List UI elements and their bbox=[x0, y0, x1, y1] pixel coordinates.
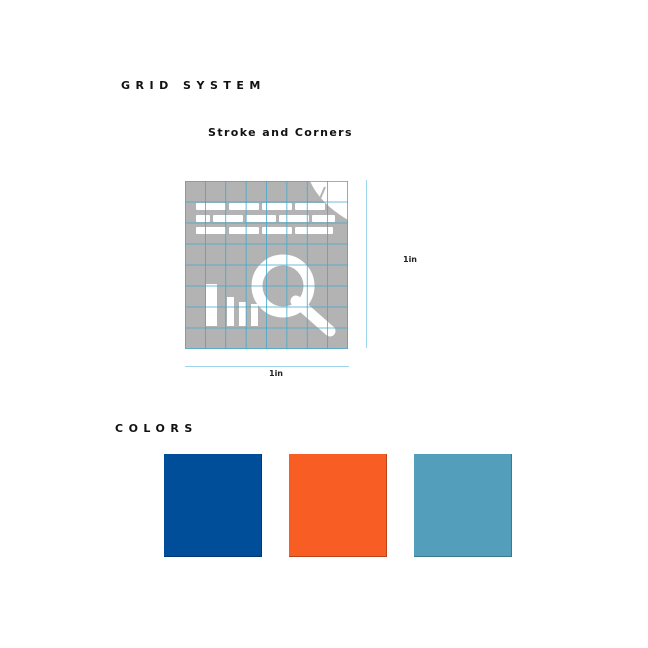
grid-system-title: GRID SYSTEM bbox=[121, 79, 266, 92]
height-dimension-label: 1in bbox=[403, 255, 418, 264]
width-dimension-label: 1in bbox=[269, 369, 284, 378]
color-swatch-blue bbox=[164, 454, 262, 557]
colors-title: COLORS bbox=[115, 422, 198, 435]
color-swatch-orange bbox=[289, 454, 387, 557]
logo-grid-diagram bbox=[185, 181, 348, 349]
stroke-and-corners-subtitle: Stroke and Corners bbox=[208, 126, 353, 139]
brick-wall-icon bbox=[196, 203, 335, 234]
color-swatch-light-blue bbox=[414, 454, 512, 557]
width-dimension-line bbox=[185, 366, 349, 367]
height-dimension-line bbox=[366, 180, 367, 348]
